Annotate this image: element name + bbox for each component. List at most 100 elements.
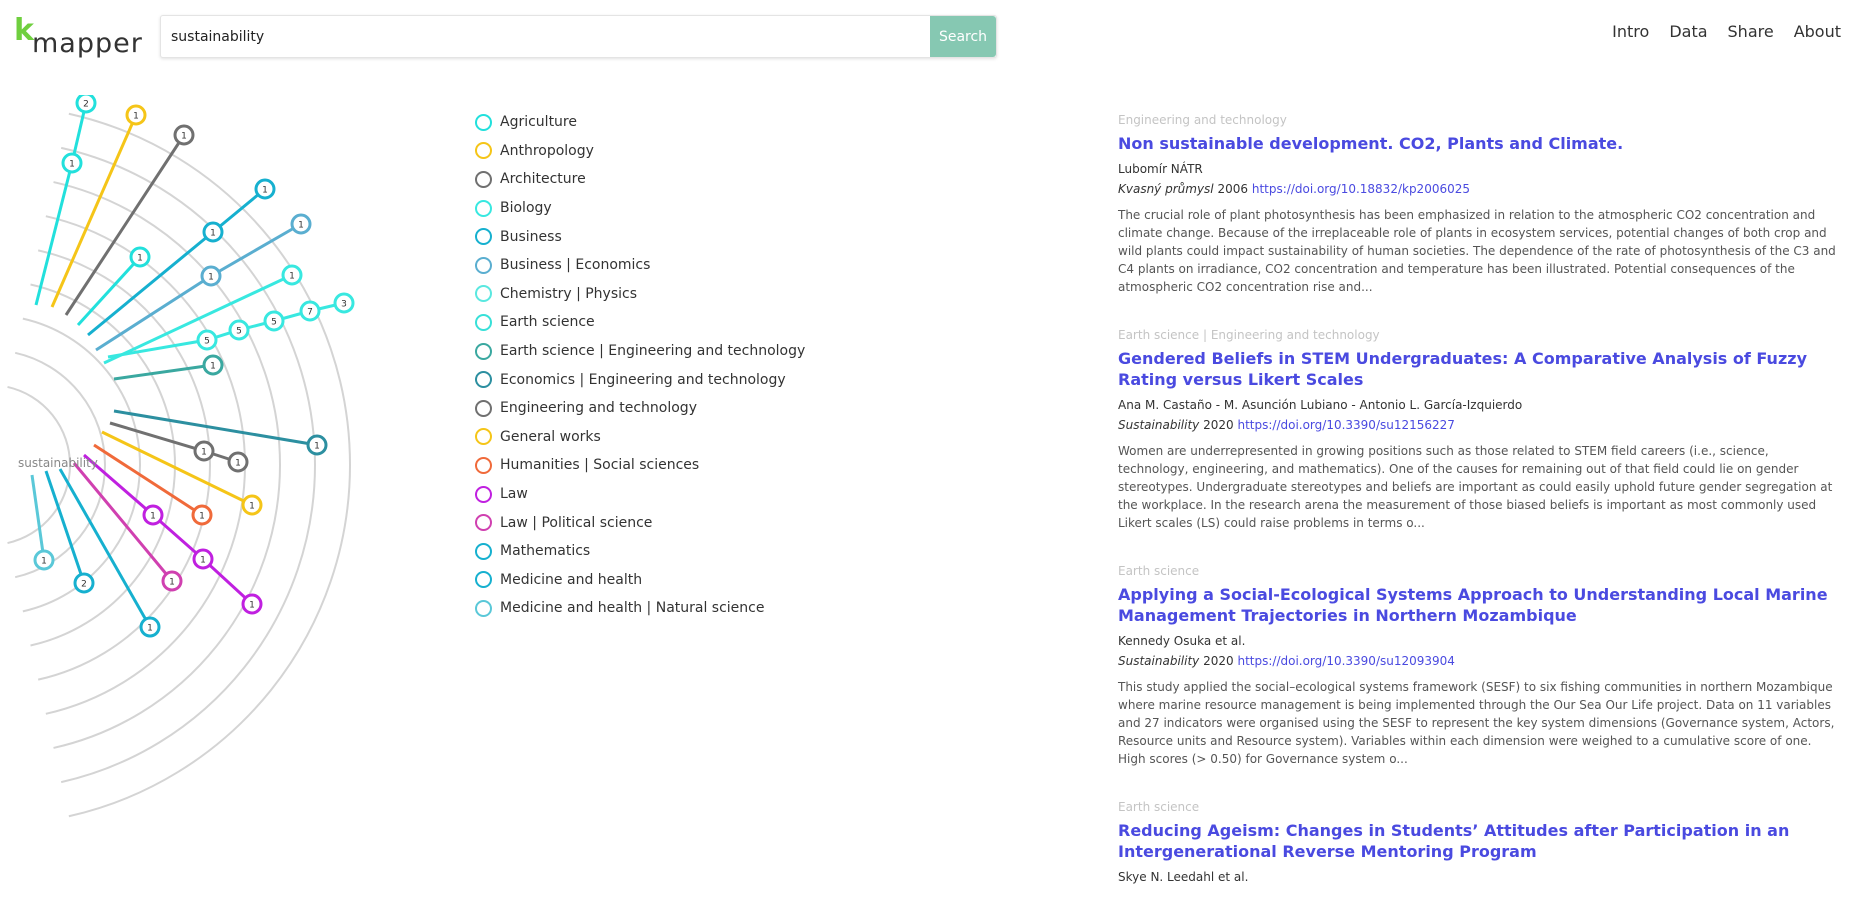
radial-node[interactable]: 1 <box>227 451 249 473</box>
radial-node[interactable]: 3 <box>333 292 355 314</box>
result-title-link[interactable]: Reducing Ageism: Changes in Students’ At… <box>1118 820 1838 862</box>
legend-item[interactable]: Medicine and health <box>475 566 805 595</box>
search-bar: Search <box>160 15 997 58</box>
result-doi-link[interactable]: https://doi.org/10.3390/su12156227 <box>1237 418 1454 432</box>
legend-ring-icon <box>475 571 492 589</box>
radial-node-count: 1 <box>210 362 216 372</box>
radial-topic-tree: 1 2 1 1 1 1 1 1 1 1 5 5 5 7 3 1 1 1 1 1 1 1 1 1 1 1 2 1 sustainabil… <box>7 95 355 818</box>
radial-node[interactable]: 1 <box>161 570 183 592</box>
radial-node-count: 7 <box>307 308 313 318</box>
legend-ring-icon <box>475 399 492 417</box>
legend-item[interactable]: Business <box>475 222 805 251</box>
radial-node[interactable]: 1 <box>192 548 214 570</box>
result-doi-link[interactable]: https://doi.org/10.3390/su12093904 <box>1237 654 1454 668</box>
result-item: Earth science Reducing Ageism: Changes in… <box>1118 800 1838 884</box>
legend-label: Earth science <box>500 314 595 331</box>
radial-node[interactable]: 2 <box>73 572 95 594</box>
result-journal: Kvasný průmysl <box>1118 182 1214 196</box>
legend-label: Medicine and health | Natural science <box>500 600 765 617</box>
radial-node-count: 1 <box>200 556 206 566</box>
top-nav: Intro Data Share About <box>1612 22 1841 41</box>
search-button[interactable]: Search <box>930 16 996 57</box>
radial-node-count: 5 <box>236 327 242 337</box>
radial-node[interactable]: 1 <box>254 178 276 200</box>
result-item: Earth science Applying a Social-Ecologica… <box>1118 564 1838 768</box>
radial-node[interactable]: 1 <box>173 124 195 146</box>
result-title-link[interactable]: Non sustainable development. CO2, Plants… <box>1118 133 1838 154</box>
legend-item[interactable]: General works <box>475 423 805 452</box>
radial-node[interactable]: 7 <box>299 300 321 322</box>
legend-label: Anthropology <box>500 142 594 159</box>
nav-about[interactable]: About <box>1794 22 1841 41</box>
radial-node-count: 1 <box>69 160 75 170</box>
legend-item[interactable]: Law <box>475 480 805 509</box>
legend-ring-icon <box>475 228 492 246</box>
legend-label: Law <box>500 486 528 503</box>
legend-item[interactable]: Law | Political science <box>475 508 805 537</box>
radial-node[interactable]: 1 <box>281 264 303 286</box>
radial-branch-line <box>30 474 46 561</box>
radial-node[interactable]: 1 <box>200 265 222 287</box>
radial-node[interactable]: 1 <box>193 440 215 462</box>
results-list: Engineering and technology Non sustainabl… <box>1118 113 1838 916</box>
result-source: Sustainability 2020 https://doi.org/10.3… <box>1118 418 1838 432</box>
nav-share[interactable]: Share <box>1728 22 1774 41</box>
radial-node[interactable]: 1 <box>139 616 161 638</box>
legend-item[interactable]: Earth science <box>475 308 805 337</box>
search-input[interactable] <box>161 16 932 57</box>
result-authors: Ana M. Castaño - M. Asunción Lubiano - A… <box>1118 398 1523 412</box>
radial-node-count: 1 <box>249 601 255 611</box>
radial-node[interactable]: 1 <box>129 246 151 268</box>
radial-node[interactable]: 1 <box>241 494 263 516</box>
radial-node-count: 2 <box>83 100 89 110</box>
radial-node[interactable]: 5 <box>196 329 218 351</box>
legend-item[interactable]: Humanities | Social sciences <box>475 451 805 480</box>
result-title-link[interactable]: Applying a Social-Ecological Systems App… <box>1118 584 1838 626</box>
legend-item[interactable]: Mathematics <box>475 537 805 566</box>
category-legend: Agriculture Anthropology Architecture Biolo… <box>475 108 805 623</box>
radial-node[interactable]: 1 <box>202 221 224 243</box>
nav-intro[interactable]: Intro <box>1612 22 1649 41</box>
radial-node-count: 1 <box>41 557 47 567</box>
legend-item[interactable]: Biology <box>475 194 805 223</box>
result-title-link[interactable]: Gendered Beliefs in STEM Undergraduates:… <box>1118 348 1838 390</box>
radial-node[interactable]: 5 <box>263 310 285 332</box>
nav-data[interactable]: Data <box>1669 22 1707 41</box>
radial-node-count: 1 <box>298 221 304 231</box>
radial-node[interactable]: 1 <box>202 354 224 376</box>
radial-node-count: 1 <box>201 448 207 458</box>
radial-node[interactable]: 1 <box>33 549 55 571</box>
radial-node[interactable]: 5 <box>228 319 250 341</box>
legend-item[interactable]: Agriculture <box>475 108 805 137</box>
radial-center-label: sustainability <box>18 456 98 470</box>
radial-node-count: 1 <box>235 459 241 469</box>
legend-item[interactable]: Medicine and health | Natural science <box>475 594 805 623</box>
radial-node[interactable]: 1 <box>125 104 147 126</box>
legend-ring-icon <box>475 428 492 446</box>
legend-item[interactable]: Architecture <box>475 165 805 194</box>
radial-node[interactable]: 1 <box>191 504 213 526</box>
legend-item[interactable]: Anthropology <box>475 137 805 166</box>
legend-item[interactable]: Engineering and technology <box>475 394 805 423</box>
legend-label: Biology <box>500 200 552 217</box>
radial-node[interactable]: 2 <box>75 95 97 114</box>
result-authors: Kennedy Osuka et al. <box>1118 634 1246 648</box>
legend-ring-icon <box>475 113 492 131</box>
kmapper-logo[interactable]: k mapper <box>14 13 144 60</box>
result-doi-link[interactable]: https://doi.org/10.18832/kp2006025 <box>1252 182 1470 196</box>
legend-item[interactable]: Economics | Engineering and technology <box>475 365 805 394</box>
result-authors: Skye N. Leedahl et al. <box>1118 870 1249 884</box>
radial-node[interactable]: 1 <box>61 152 83 174</box>
radial-node[interactable]: 1 <box>241 593 263 615</box>
logo-k-mark: k <box>14 13 34 48</box>
legend-label: Medicine and health <box>500 571 643 588</box>
legend-label: General works <box>500 428 601 445</box>
radial-node[interactable]: 1 <box>306 434 328 456</box>
radial-node[interactable]: 1 <box>290 213 312 235</box>
radial-node[interactable]: 1 <box>142 504 164 526</box>
radial-node-count: 1 <box>150 512 156 522</box>
legend-item[interactable]: Chemistry | Physics <box>475 280 805 309</box>
legend-ring-icon <box>475 599 492 617</box>
legend-item[interactable]: Earth science | Engineering and technolo… <box>475 337 805 366</box>
legend-item[interactable]: Business | Economics <box>475 251 805 280</box>
